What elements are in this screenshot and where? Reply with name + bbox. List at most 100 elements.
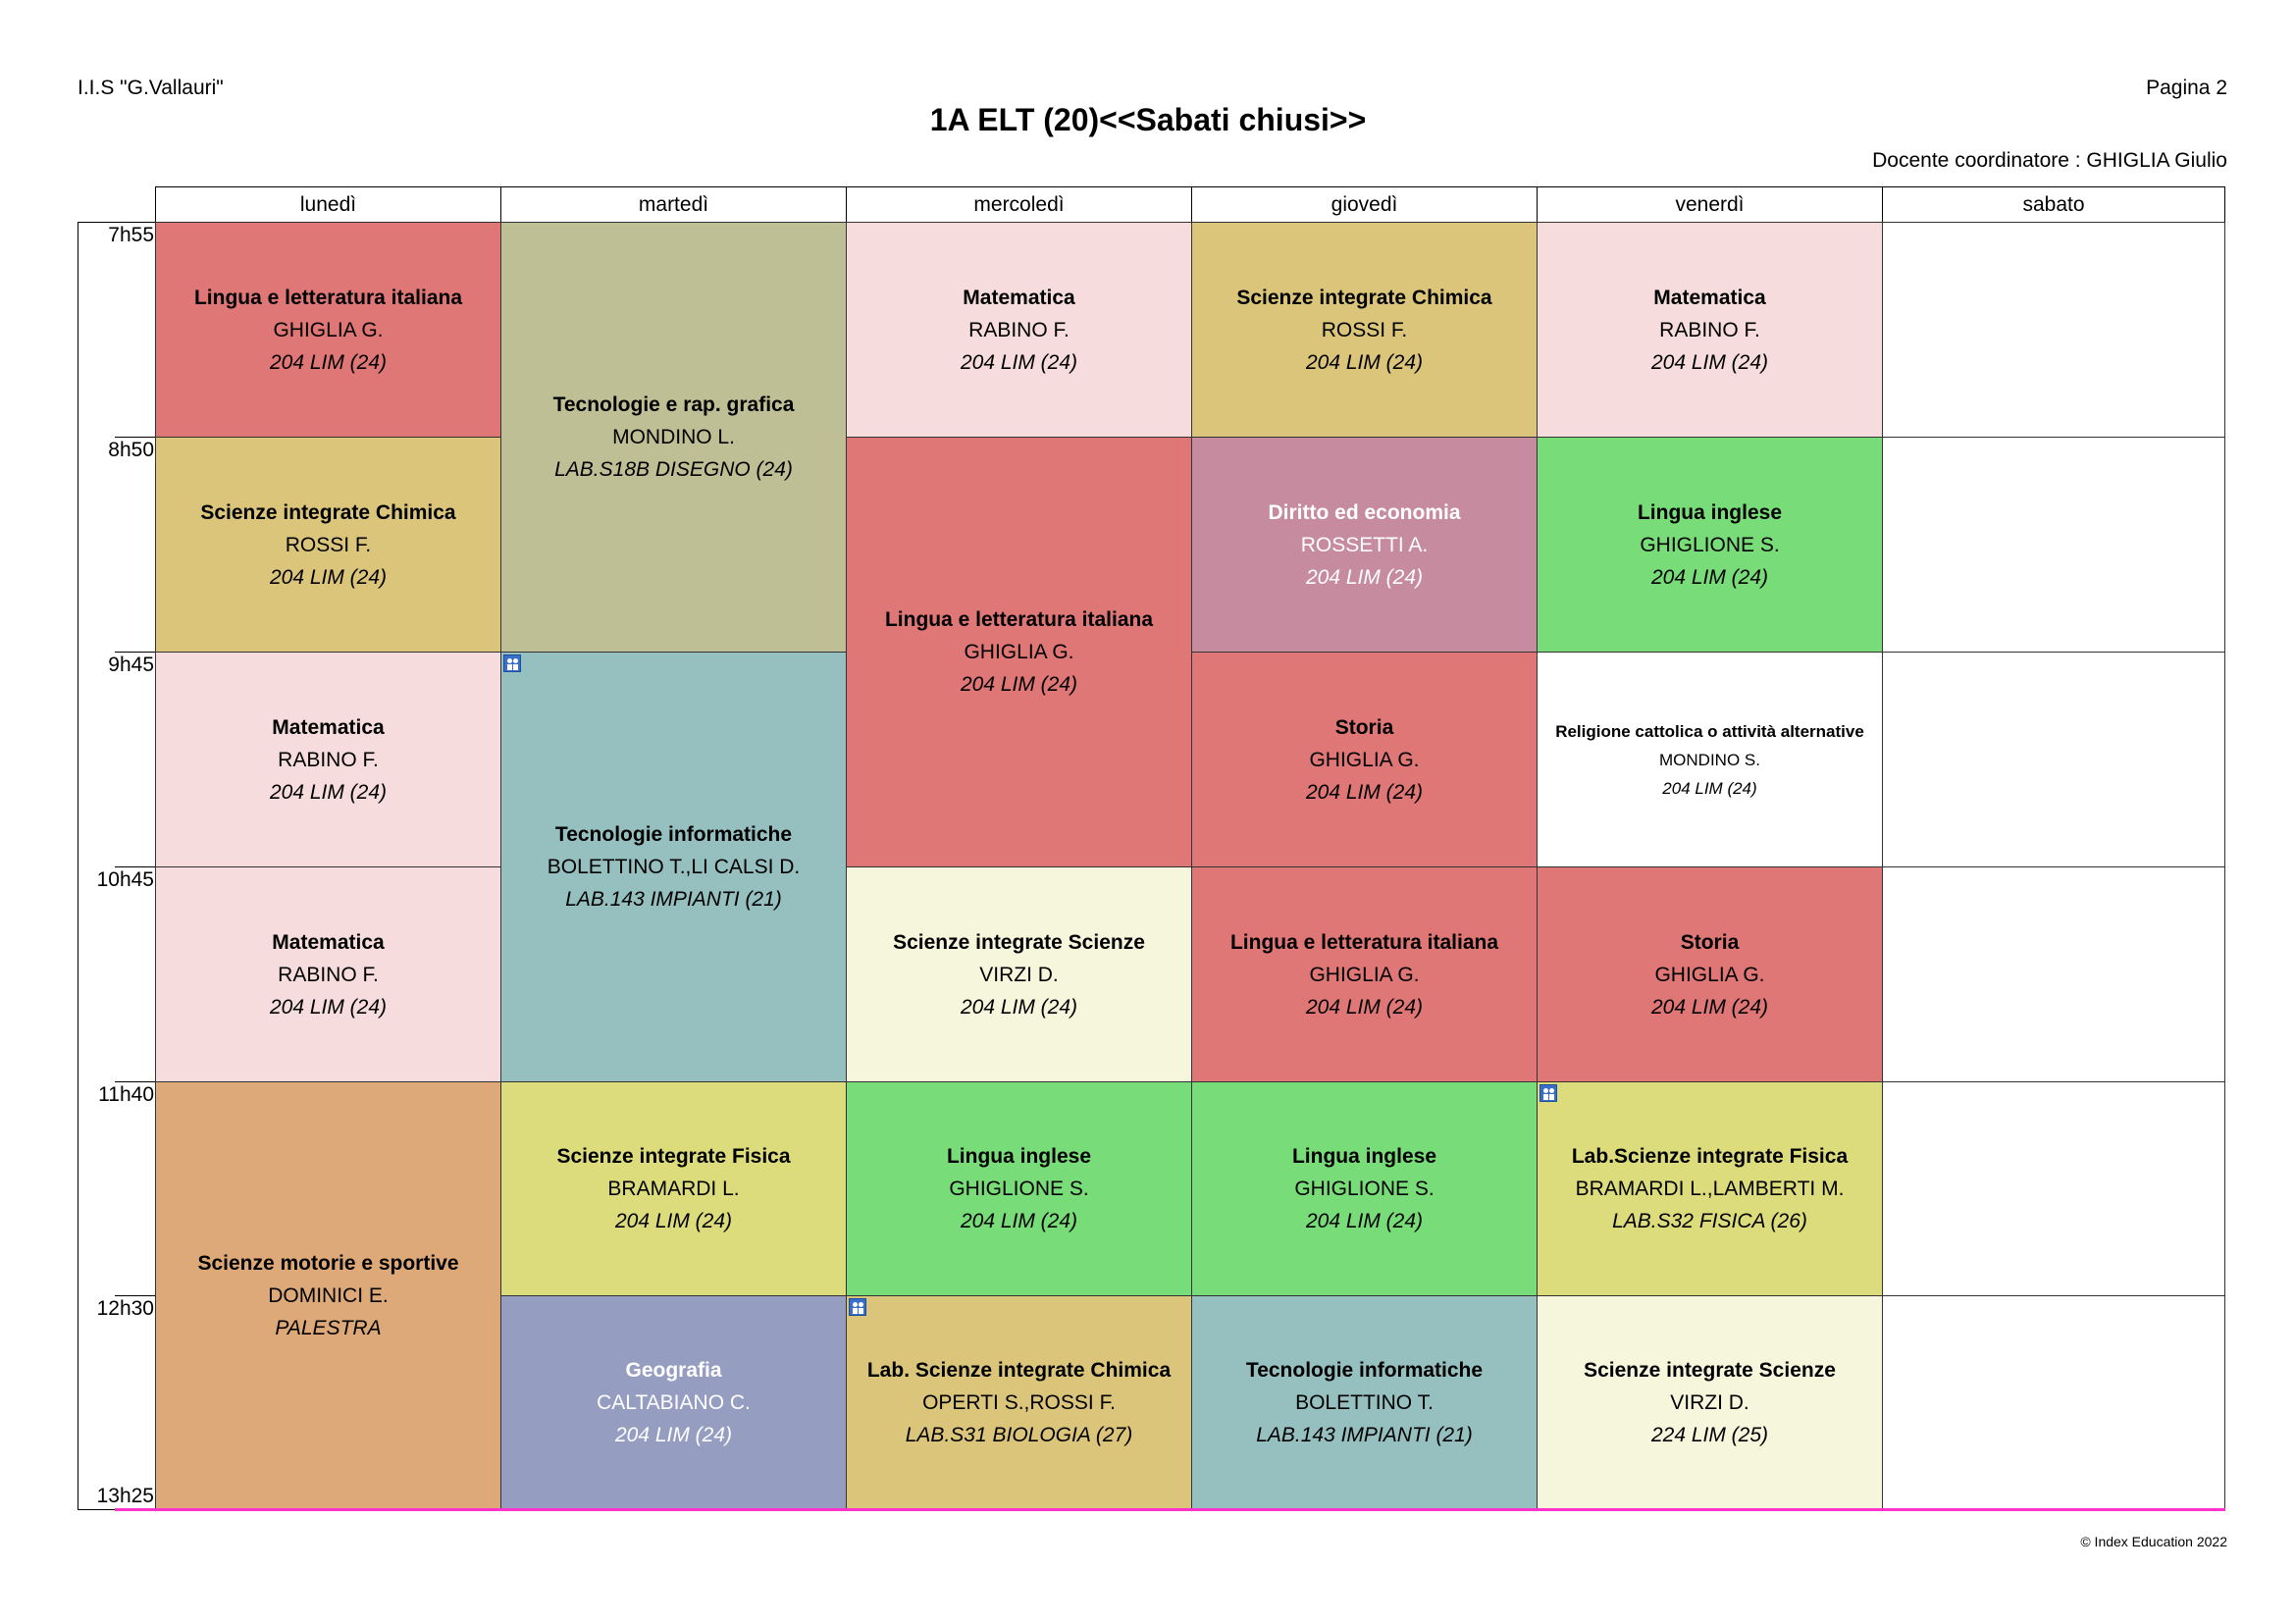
lesson-block[interactable]: Lingua e letteratura italiana GHIGLIA G.…: [846, 437, 1192, 867]
lesson-block[interactable]: Storia GHIGLIA G. 204 LIM (24): [1537, 866, 1883, 1082]
lesson-teacher: BRAMARDI L.: [607, 1178, 740, 1200]
coordinator-label: Docente coordinatore : GHIGLIA Giulio: [1872, 149, 2227, 172]
lesson-subject: Storia: [1334, 715, 1394, 739]
time-label: 11h40: [98, 1083, 154, 1106]
day-header-giovedi: giovedì: [1191, 186, 1538, 223]
time-tick: [115, 652, 155, 653]
lesson-subject: Geografia: [625, 1359, 722, 1382]
group-icon: [1539, 1084, 1557, 1102]
lesson-room: PALESTRA: [275, 1317, 382, 1339]
lesson-subject: Diritto ed economia: [1268, 500, 1461, 524]
lesson-room: 204 LIM (24): [269, 350, 388, 374]
lesson-subject: Matematica: [272, 715, 385, 739]
lesson-block[interactable]: Geografia CALTABIANO C. 204 LIM (24): [500, 1295, 847, 1510]
lesson-block[interactable]: Scienze motorie e sportive DOMINICI E. P…: [155, 1081, 501, 1510]
lesson-subject: Scienze integrate Chimica: [200, 500, 456, 524]
lesson-block[interactable]: Tecnologie informatiche BOLETTINO T. LAB…: [1191, 1295, 1538, 1510]
lesson-subject: Matematica: [272, 930, 385, 954]
time-label: 13h25: [96, 1485, 154, 1507]
lesson-room: 204 LIM (24): [269, 995, 388, 1019]
time-label: 7h55: [108, 224, 154, 246]
lesson-teacher: GHIGLIA G.: [1309, 963, 1420, 986]
lesson-teacher: RABINO F.: [278, 963, 379, 986]
lesson-subject: Religione cattolica o attività alternati…: [1555, 721, 1864, 741]
lesson-subject: Lingua inglese: [946, 1145, 1092, 1168]
time-label: 9h45: [108, 654, 154, 676]
lesson-room: 204 LIM (24): [1305, 780, 1424, 804]
lesson-teacher: RABINO F.: [968, 318, 1070, 341]
lesson-block[interactable]: Scienze integrate Chimica ROSSI F. 204 L…: [155, 437, 501, 653]
timetable-title: 1A ELT (20)<<Sabati chiusi>>: [929, 102, 1367, 137]
lesson-block[interactable]: Scienze integrate Scienze VIRZI D. 224 L…: [1537, 1295, 1883, 1510]
lesson-block[interactable]: Lingua e letteratura italiana GHIGLIA G.…: [1191, 866, 1538, 1082]
lesson-room: LAB.S32 FISICA (26): [1612, 1210, 1807, 1232]
lesson-room: 204 LIM (24): [1305, 565, 1424, 589]
lesson-block[interactable]: Lingua inglese GHIGLIONE S. 204 LIM (24): [846, 1081, 1192, 1296]
lesson-block[interactable]: Scienze integrate Scienze VIRZI D. 204 L…: [846, 866, 1192, 1082]
group-icon: [849, 1298, 866, 1316]
lesson-block[interactable]: Tecnologie informatiche BOLETTINO T.,LI …: [500, 652, 847, 1082]
lesson-subject: Lingua inglese: [1637, 500, 1783, 524]
lesson-block[interactable]: Matematica RABINO F. 204 LIM (24): [846, 222, 1192, 438]
time-label: 12h30: [96, 1297, 154, 1320]
lesson-room: 204 LIM (24): [1662, 778, 1757, 798]
day-header-lunedi: lunedì: [155, 186, 501, 223]
lesson-block[interactable]: Lingua e letteratura italiana GHIGLIA G.…: [155, 222, 501, 438]
lesson-block[interactable]: Matematica RABINO F. 204 LIM (24): [1537, 222, 1883, 438]
lesson-room: 204 LIM (24): [1650, 565, 1769, 589]
lesson-room: 224 LIM (25): [1650, 1424, 1769, 1446]
time-label: 8h50: [108, 439, 154, 461]
lesson-subject: Matematica: [963, 286, 1075, 309]
lesson-block[interactable]: Tecnologie e rap. grafica MONDINO L. LAB…: [500, 222, 847, 653]
lesson-room: 204 LIM (24): [269, 780, 388, 804]
time-tick: [115, 866, 155, 867]
day-header-martedi: martedì: [500, 186, 847, 223]
lesson-block[interactable]: Matematica RABINO F. 204 LIM (24): [155, 652, 501, 867]
lesson-block[interactable]: Religione cattolica o attività alternati…: [1537, 652, 1883, 867]
lesson-room: 204 LIM (24): [1305, 350, 1424, 374]
lesson-room: LAB.S31 BIOLOGIA (27): [905, 1424, 1133, 1446]
lesson-subject: Tecnologie e rap. grafica: [552, 393, 795, 416]
lesson-block[interactable]: Lab. Scienze integrate Chimica OPERTI S.…: [846, 1295, 1192, 1510]
day-header-venerdi: venerdì: [1537, 186, 1883, 223]
lesson-block[interactable]: Lingua inglese GHIGLIONE S. 204 LIM (24): [1537, 437, 1883, 653]
lesson-block[interactable]: Diritto ed economia ROSSETTI A. 204 LIM …: [1191, 437, 1538, 653]
lesson-teacher: BOLETTINO T.,LI CALSI D.: [547, 856, 801, 878]
lesson-block[interactable]: Lingua inglese GHIGLIONE S. 204 LIM (24): [1191, 1081, 1538, 1296]
lesson-subject: Scienze integrate Scienze: [1584, 1359, 1836, 1382]
lesson-subject: Lingua e letteratura italiana: [193, 286, 463, 309]
lesson-subject: Scienze motorie e sportive: [197, 1252, 459, 1275]
lesson-teacher: VIRZI D.: [1670, 1391, 1749, 1414]
lesson-room: 204 LIM (24): [1650, 995, 1769, 1019]
group-icon: [503, 654, 521, 672]
lesson-block[interactable]: Matematica RABINO F. 204 LIM (24): [155, 866, 501, 1082]
lesson-room: 204 LIM (24): [614, 1210, 733, 1232]
empty-slot: [1882, 652, 2225, 867]
lesson-subject: Lingua e letteratura italiana: [884, 608, 1154, 631]
empty-slot: [1882, 222, 2225, 438]
lesson-room: LAB.143 IMPIANTI (21): [1256, 1424, 1473, 1446]
lesson-teacher: RABINO F.: [1659, 318, 1760, 341]
lesson-teacher: ROSSI F.: [1321, 318, 1408, 341]
lesson-block[interactable]: Lab.Scienze integrate Fisica BRAMARDI L.…: [1537, 1081, 1883, 1296]
lesson-teacher: MONDINO S.: [1659, 750, 1760, 769]
lesson-teacher: MONDINO L.: [612, 426, 735, 448]
lesson-teacher: GHIGLIA G.: [273, 318, 384, 341]
lesson-block[interactable]: Scienze integrate Fisica BRAMARDI L. 204…: [500, 1081, 847, 1296]
page-number: Pagina 2: [2146, 77, 2227, 99]
lesson-block[interactable]: Storia GHIGLIA G. 204 LIM (24): [1191, 652, 1538, 867]
lesson-block[interactable]: Scienze integrate Chimica ROSSI F. 204 L…: [1191, 222, 1538, 438]
empty-slot: [1882, 1295, 2225, 1510]
lesson-teacher: GHIGLIA G.: [964, 641, 1074, 663]
lesson-subject: Tecnologie informatiche: [554, 823, 793, 846]
time-tick: [115, 437, 155, 438]
lesson-room: LAB.S18B DISEGNO (24): [554, 458, 793, 481]
lesson-teacher: OPERTI S.,ROSSI F.: [922, 1391, 1116, 1414]
lesson-teacher: GHIGLIONE S.: [949, 1178, 1089, 1200]
time-tick: [115, 1295, 155, 1296]
lesson-room: 204 LIM (24): [960, 995, 1078, 1019]
copyright-footer: © Index Education 2022: [2080, 1534, 2227, 1549]
lesson-teacher: CALTABIANO C.: [597, 1391, 751, 1414]
school-name: I.I.S "G.Vallauri": [78, 77, 224, 99]
empty-slot: [1882, 1081, 2225, 1296]
